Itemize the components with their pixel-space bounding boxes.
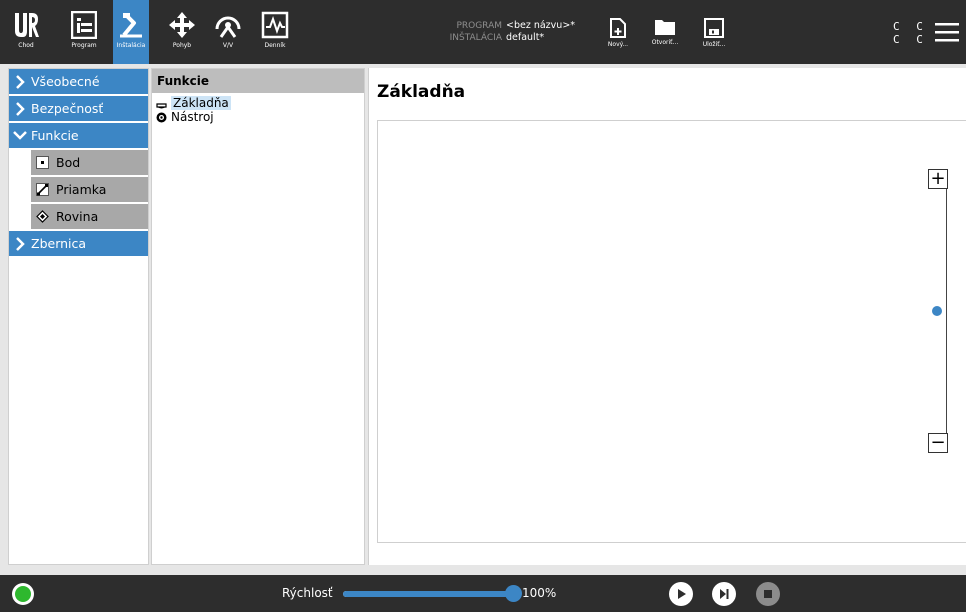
speed-value: 100%: [522, 586, 557, 600]
folder-icon: [655, 20, 675, 35]
base-icon: [156, 98, 167, 109]
point-icon: [35, 156, 49, 170]
nav-item-safety[interactable]: Bezpečnosť: [9, 96, 148, 121]
power-status-indicator: [15, 586, 31, 602]
program-name: <bez názvu>*: [506, 20, 576, 31]
app-window: Chod Program Inštalácia Pohyb V/V Denník…: [0, 0, 966, 612]
tab-program-label: Program: [71, 42, 97, 49]
open-button[interactable]: Otvoriť...: [649, 0, 681, 64]
plane-icon: [35, 210, 49, 224]
chevron-right-icon: [13, 236, 27, 251]
power-button[interactable]: [12, 583, 34, 605]
tab-move-label: Pohyb: [172, 42, 192, 49]
nav-item-features-label: Funkcie: [31, 128, 79, 143]
play-button[interactable]: [669, 582, 693, 606]
tab-run[interactable]: Chod: [8, 0, 44, 64]
save-button[interactable]: Uložiť...: [700, 0, 728, 64]
tab-run-label: Chod: [18, 42, 34, 49]
page-title: Základňa: [377, 82, 466, 102]
speed-label: Rýchlosť: [282, 586, 333, 600]
tab-installation[interactable]: Inštalácia: [113, 0, 149, 64]
zoom-in-button[interactable]: +: [928, 169, 948, 189]
tab-installation-label: Inštalácia: [116, 42, 146, 49]
ur-logo-icon: [15, 13, 39, 37]
tab-log[interactable]: Denník: [257, 0, 293, 64]
cc-top: C C: [893, 20, 928, 33]
new-button[interactable]: Nový...: [604, 0, 632, 64]
tab-move[interactable]: Pohyb: [164, 0, 200, 64]
open-label: Otvoriť...: [651, 39, 679, 46]
program-key: PROGRAM: [456, 21, 502, 31]
chevron-down-icon: [13, 131, 27, 140]
installation-key: INŠTALÁCIA: [449, 33, 502, 43]
nav-item-point-label: Bod: [56, 155, 81, 170]
nav-item-fieldbus-label: Zbernica: [31, 236, 87, 251]
nav-item-general[interactable]: Všeobecné: [9, 69, 148, 94]
new-label: Nový...: [607, 41, 629, 48]
zoom-out-button[interactable]: −: [928, 433, 948, 453]
speed-slider-knob[interactable]: [505, 585, 522, 602]
3d-view[interactable]: + −: [377, 120, 966, 543]
cc-bottom: C C: [893, 33, 928, 46]
nav-item-line[interactable]: Priamka: [31, 177, 148, 202]
nav-item-fieldbus[interactable]: Zbernica: [9, 231, 148, 256]
save-label: Uložiť...: [702, 41, 726, 48]
installation-nav: Všeobecné Bezpečnosť Funkcie Bod Priamka: [8, 68, 149, 565]
move-icon: [169, 12, 195, 38]
top-bar: Chod Program Inštalácia Pohyb V/V Denník…: [0, 0, 966, 64]
chevron-right-icon: [13, 74, 27, 89]
connection-status: C C C C: [893, 20, 928, 46]
nav-item-plane-label: Rovina: [56, 209, 99, 224]
tab-io[interactable]: V/V: [210, 0, 246, 64]
nav-item-plane[interactable]: Rovina: [31, 204, 148, 229]
tree-item-base-label: Základňa: [171, 96, 231, 110]
program-icon: [71, 11, 97, 39]
tab-program[interactable]: Program: [63, 0, 105, 64]
log-icon: [261, 11, 289, 39]
tool-icon: [156, 112, 167, 123]
tree-item-tool[interactable]: Nástroj: [152, 110, 364, 124]
zoom-slider-track[interactable]: [946, 189, 947, 433]
stop-icon: [764, 590, 772, 598]
nav-item-general-label: Všeobecné: [31, 74, 100, 89]
io-icon: [215, 16, 241, 38]
installation-name: default*: [506, 32, 545, 43]
speed-slider-fill: [343, 591, 513, 597]
play-icon: [678, 589, 686, 599]
tab-log-label: Denník: [264, 42, 286, 49]
tab-io-label: V/V: [222, 42, 234, 49]
features-tree: Funkcie Základňa Nástroj: [151, 68, 365, 565]
tree-item-tool-label: Nástroj: [171, 110, 214, 124]
nav-item-safety-label: Bezpečnosť: [31, 101, 104, 116]
bottom-bar: Rýchlosť 100%: [0, 575, 966, 612]
step-icon: [720, 589, 729, 599]
installation-icon: [120, 13, 142, 38]
nav-item-features[interactable]: Funkcie: [9, 123, 148, 148]
tree-item-base[interactable]: Základňa: [152, 96, 364, 110]
hamburger-menu-icon[interactable]: [935, 22, 959, 42]
tree-header: Funkcie: [152, 69, 364, 93]
save-icon: [704, 18, 724, 38]
chevron-right-icon: [13, 101, 27, 116]
line-icon: [35, 183, 49, 197]
step-button[interactable]: [712, 582, 736, 606]
speed-slider[interactable]: [343, 591, 513, 597]
feature-detail-panel: Základňa + −: [368, 68, 966, 565]
nav-item-line-label: Priamka: [56, 182, 107, 197]
new-file-icon: [610, 18, 626, 38]
program-info: PROGRAM <bez názvu>* INŠTALÁCIA default*: [432, 20, 575, 44]
nav-item-point[interactable]: Bod: [31, 150, 148, 175]
stop-button[interactable]: [756, 582, 780, 606]
zoom-slider-knob[interactable]: [932, 306, 942, 316]
